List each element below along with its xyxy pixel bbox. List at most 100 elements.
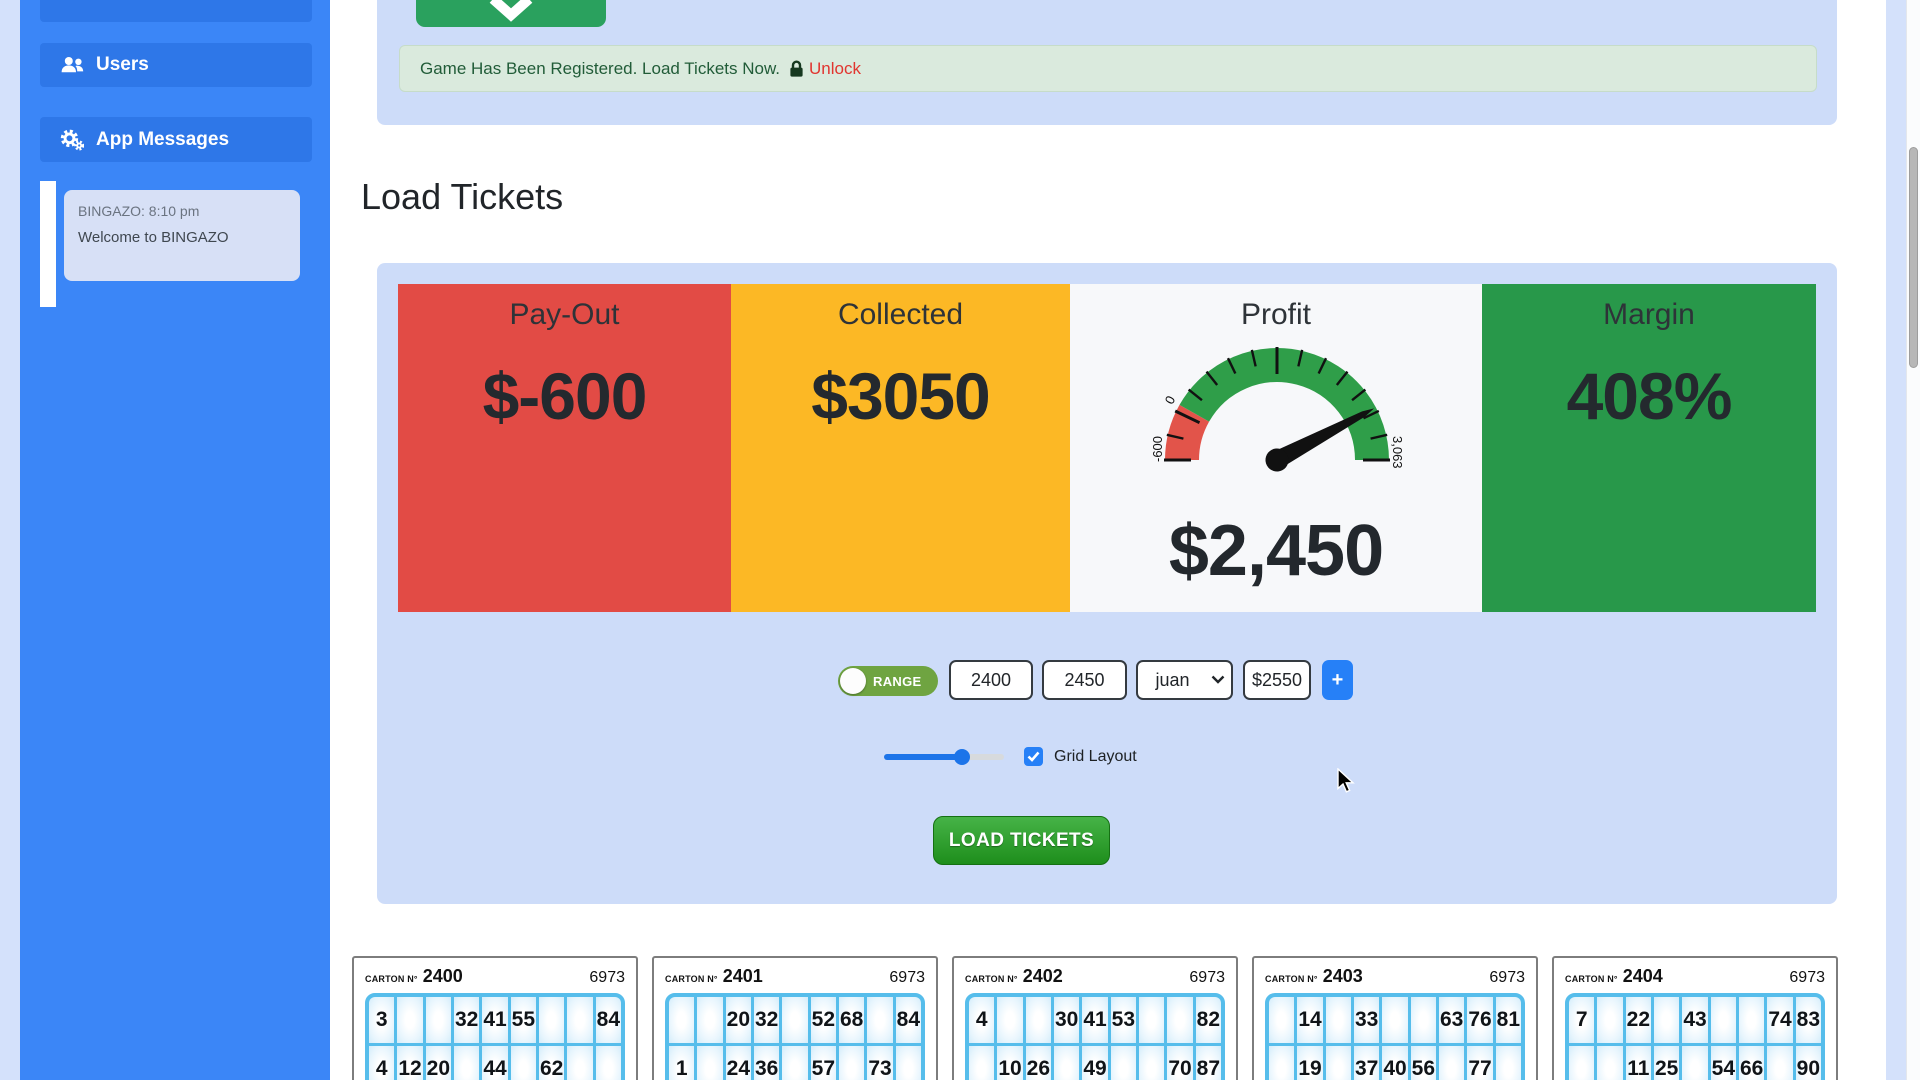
bingo-cell: [969, 1046, 994, 1080]
carton-prefix: CARTON N°: [1265, 974, 1318, 984]
ticket-from-input[interactable]: [949, 660, 1033, 700]
ticket-to-input[interactable]: [1042, 660, 1127, 700]
bingo-cell: [1654, 997, 1679, 1043]
unlock-link[interactable]: Unlock: [809, 59, 861, 79]
bingo-cell: [1682, 1046, 1707, 1080]
seller-select[interactable]: juan: [1136, 660, 1233, 700]
bingo-cell: 20: [426, 1046, 451, 1080]
profit-label: Profit: [1070, 298, 1482, 332]
price-input[interactable]: [1243, 660, 1311, 700]
bingo-cell: 20: [726, 997, 751, 1043]
gauge-zero-label: 0: [1162, 393, 1179, 406]
bingo-cell: 11: [1626, 1046, 1651, 1080]
bingo-cell: 57: [811, 1046, 836, 1080]
sidebar-item-partial[interactable]: [40, 0, 312, 22]
bingo-cell: 36: [754, 1046, 779, 1080]
profit-gauge: -600 0 3,063: [1152, 340, 1402, 490]
bingo-cell: [397, 997, 422, 1043]
bingo-cell: 10: [997, 1046, 1022, 1080]
bingo-cell: 37: [1354, 1046, 1379, 1080]
bingo-cell: [1026, 997, 1051, 1043]
bingo-cell: 87: [1196, 1046, 1221, 1080]
bingo-cell: [1411, 997, 1436, 1043]
bingo-cell: 53: [1111, 997, 1136, 1043]
collected-stat: Collected $3050: [731, 284, 1070, 612]
add-button[interactable]: +: [1322, 660, 1353, 700]
bingo-cell: [596, 1046, 621, 1080]
grid-layout-checkbox[interactable]: [1024, 747, 1043, 766]
load-tickets-button[interactable]: LOAD TICKETS: [933, 816, 1110, 865]
bingo-cell: [697, 997, 722, 1043]
carton-code: 6973: [1789, 969, 1825, 987]
bingo-cell: 63: [1439, 997, 1464, 1043]
bingo-cell: 49: [1082, 1046, 1107, 1080]
sidebar-item-label: App Messages: [96, 129, 229, 151]
bingo-cell: [1326, 1046, 1351, 1080]
carton-code: 6973: [889, 969, 925, 987]
bingo-cell: 30: [1054, 997, 1079, 1043]
bingo-grid: 4304153821026497087: [965, 993, 1225, 1080]
range-toggle[interactable]: RANGE: [838, 666, 938, 696]
bingo-cell: [782, 997, 807, 1043]
bingo-cell: [867, 997, 892, 1043]
sidebar-item-users[interactable]: Users: [40, 43, 312, 87]
bingo-cell: [1496, 1046, 1521, 1080]
bingo-cell: 43: [1682, 997, 1707, 1043]
bingo-cell: 22: [1626, 997, 1651, 1043]
bingo-card-2402[interactable]: CARTON N° 2402 6973 4304153821026497087: [952, 956, 1238, 1080]
bingo-card-header: CARTON N° 2400 6973: [365, 966, 625, 987]
bingo-cell: 4: [969, 997, 994, 1043]
bingo-grid: 7224374831125546690: [1565, 993, 1825, 1080]
bingo-card-2404[interactable]: CARTON N° 2404 6973 7224374831125546690: [1552, 956, 1838, 1080]
message-title: BINGAZO: 8:10 pm: [78, 203, 286, 219]
bingo-cell: [539, 997, 564, 1043]
bingo-cell: 56: [1411, 1046, 1436, 1080]
scrollbar-thumb[interactable]: [1909, 147, 1918, 368]
bingo-card-2403[interactable]: CARTON N° 2403 6973 14336376811937405677: [1252, 956, 1538, 1080]
bingo-cell: 14: [1297, 997, 1322, 1043]
carton-code: 6973: [1489, 969, 1525, 987]
ticket-preview-row: CARTON N° 2400 6973 332415584412204462 C…: [352, 956, 1852, 1080]
gauge-min-label: -600: [1152, 436, 1165, 462]
slider-fill: [884, 754, 962, 760]
bingo-cell: 1: [669, 1046, 694, 1080]
bingo-grid: 332415584412204462: [365, 993, 625, 1080]
bingo-card-2400[interactable]: CARTON N° 2400 6973 332415584412204462: [352, 956, 638, 1080]
carton-prefix: CARTON N°: [365, 974, 418, 984]
carton-code: 6973: [1189, 969, 1225, 987]
bingo-cell: 52: [811, 997, 836, 1043]
profit-value: $2,450: [1070, 510, 1482, 592]
payout-stat: Pay-Out $-600: [398, 284, 731, 612]
bingo-cell: 3: [369, 997, 394, 1043]
bingo-cell: [567, 997, 592, 1043]
slider-thumb[interactable]: [954, 749, 970, 765]
bingo-card-2401[interactable]: CARTON N° 2401 6973 2032526884124365773: [652, 956, 938, 1080]
bingo-card-header: CARTON N° 2401 6973: [665, 966, 925, 987]
scrollbar-track[interactable]: [1906, 0, 1920, 1080]
bingo-cell: 66: [1739, 1046, 1764, 1080]
bingo-cell: 44: [482, 1046, 507, 1080]
bingo-cell: [1597, 997, 1622, 1043]
bingo-cell: 32: [754, 997, 779, 1043]
grid-layout-label: Grid Layout: [1054, 748, 1137, 766]
sidebar-item-app-messages[interactable]: App Messages: [40, 117, 312, 162]
bingo-cell: 81: [1496, 997, 1521, 1043]
confirm-button[interactable]: [416, 0, 606, 27]
bingo-cell: 41: [482, 997, 507, 1043]
bingo-cell: 62: [539, 1046, 564, 1080]
bingo-cell: [697, 1046, 722, 1080]
size-slider[interactable]: [884, 754, 1004, 760]
bingo-card-header: CARTON N° 2402 6973: [965, 966, 1225, 987]
sidebar: Users App Messages BINGAZO: 8:10 pm Welc…: [20, 0, 330, 1080]
success-alert: Game Has Been Registered. Load Tickets N…: [399, 45, 1817, 92]
carton-prefix: CARTON N°: [965, 974, 1018, 984]
margin-stat: Margin 408%: [1482, 284, 1816, 612]
bingo-cell: [454, 1046, 479, 1080]
payout-label: Pay-Out: [398, 298, 731, 332]
bingo-cell: [567, 1046, 592, 1080]
page-title: Load Tickets: [361, 176, 563, 218]
bingo-cell: [1139, 997, 1164, 1043]
bingo-cell: 76: [1467, 997, 1492, 1043]
toggle-knob: [840, 668, 866, 694]
bingo-cell: [1767, 1046, 1792, 1080]
